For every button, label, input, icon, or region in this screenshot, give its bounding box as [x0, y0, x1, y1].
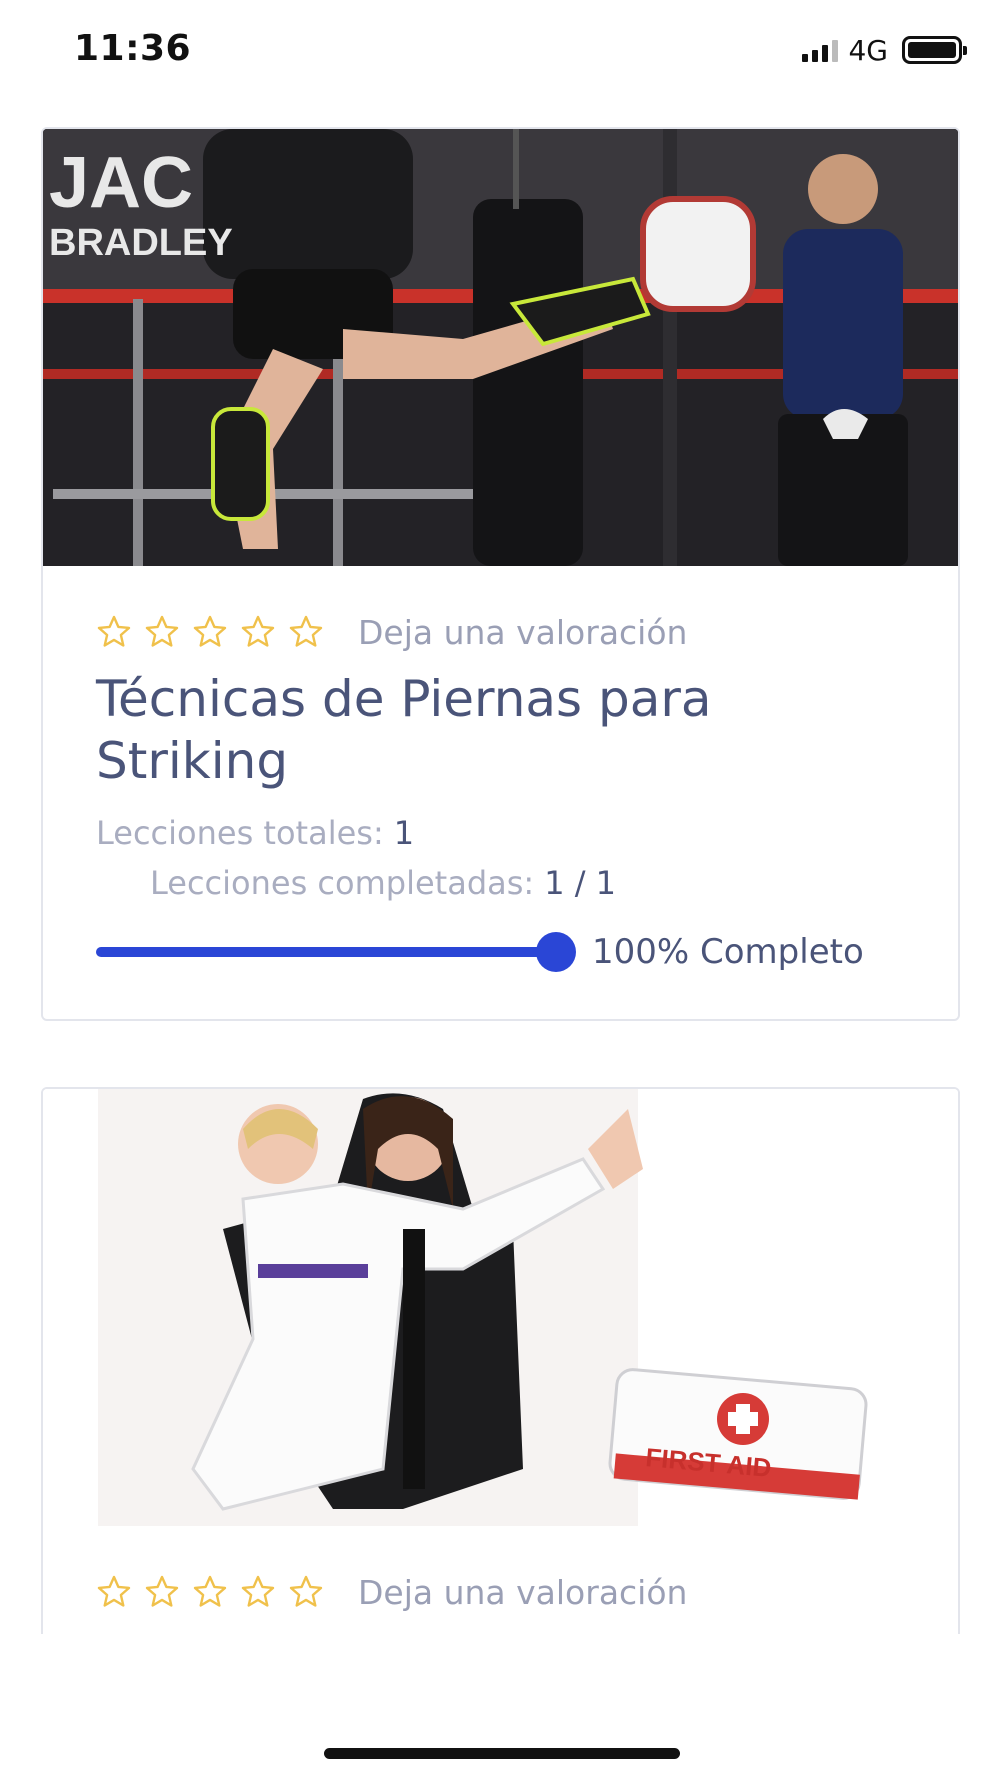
svg-text:JAC: JAC [49, 143, 193, 223]
star-icon[interactable] [144, 614, 180, 650]
rating-row[interactable]: Deja una valoración [96, 1572, 905, 1612]
status-indicators: 4G [802, 33, 967, 67]
star-icon[interactable] [96, 1574, 132, 1610]
course-title[interactable]: Técnicas de Piernas para Striking [96, 668, 905, 792]
progress-thumb [536, 932, 576, 972]
star-icon[interactable] [288, 614, 324, 650]
progress-bar [96, 932, 576, 972]
course-card[interactable]: JAC BRADLEY Deja una valoración Técnicas… [41, 127, 960, 1021]
progress-row: 100% Completo [96, 932, 905, 972]
gym-training-photo: JAC BRADLEY [43, 129, 958, 566]
progress-label: 100% Completo [592, 932, 864, 972]
star-icon[interactable] [192, 614, 228, 650]
svg-text:BRADLEY: BRADLEY [49, 222, 233, 264]
course-image[interactable]: FIRST AID [43, 1089, 958, 1526]
star-icon[interactable] [288, 1574, 324, 1610]
progress-fill [96, 947, 556, 957]
total-lessons-label: Lecciones totales: [96, 814, 384, 852]
completed-lessons-label: Lecciones completadas: [150, 864, 535, 902]
course-card-body: Deja una valoración Técnicas de Piernas … [43, 612, 958, 972]
star-icon[interactable] [240, 1574, 276, 1610]
total-lessons-value: 1 [393, 814, 415, 852]
completed-lessons-value: 1 / 1 [544, 864, 617, 902]
rating-row[interactable]: Deja una valoración [96, 612, 905, 652]
rating-prompt-link[interactable]: Deja una valoración [358, 1573, 687, 1612]
status-time: 11:36 [74, 28, 192, 69]
rating-stars[interactable] [96, 614, 324, 650]
star-icon[interactable] [240, 614, 276, 650]
home-indicator[interactable] [324, 1748, 680, 1759]
course-image[interactable]: JAC BRADLEY [43, 129, 958, 566]
star-icon[interactable] [144, 1574, 180, 1610]
battery-icon [902, 36, 967, 64]
star-icon[interactable] [96, 614, 132, 650]
signal-icon [802, 38, 839, 62]
karate-first-aid-photo: FIRST AID [43, 1089, 958, 1526]
total-lessons: Lecciones totales: 1 [96, 814, 905, 852]
network-type: 4G [848, 33, 888, 67]
rating-prompt-link[interactable]: Deja una valoración [358, 613, 687, 652]
status-bar: 11:36 4G [0, 0, 1000, 100]
rating-stars[interactable] [96, 1574, 324, 1610]
star-icon[interactable] [192, 1574, 228, 1610]
course-card-body: Deja una valoración [43, 1572, 958, 1612]
completed-lessons: Lecciones completadas: 1 / 1 [96, 864, 905, 902]
